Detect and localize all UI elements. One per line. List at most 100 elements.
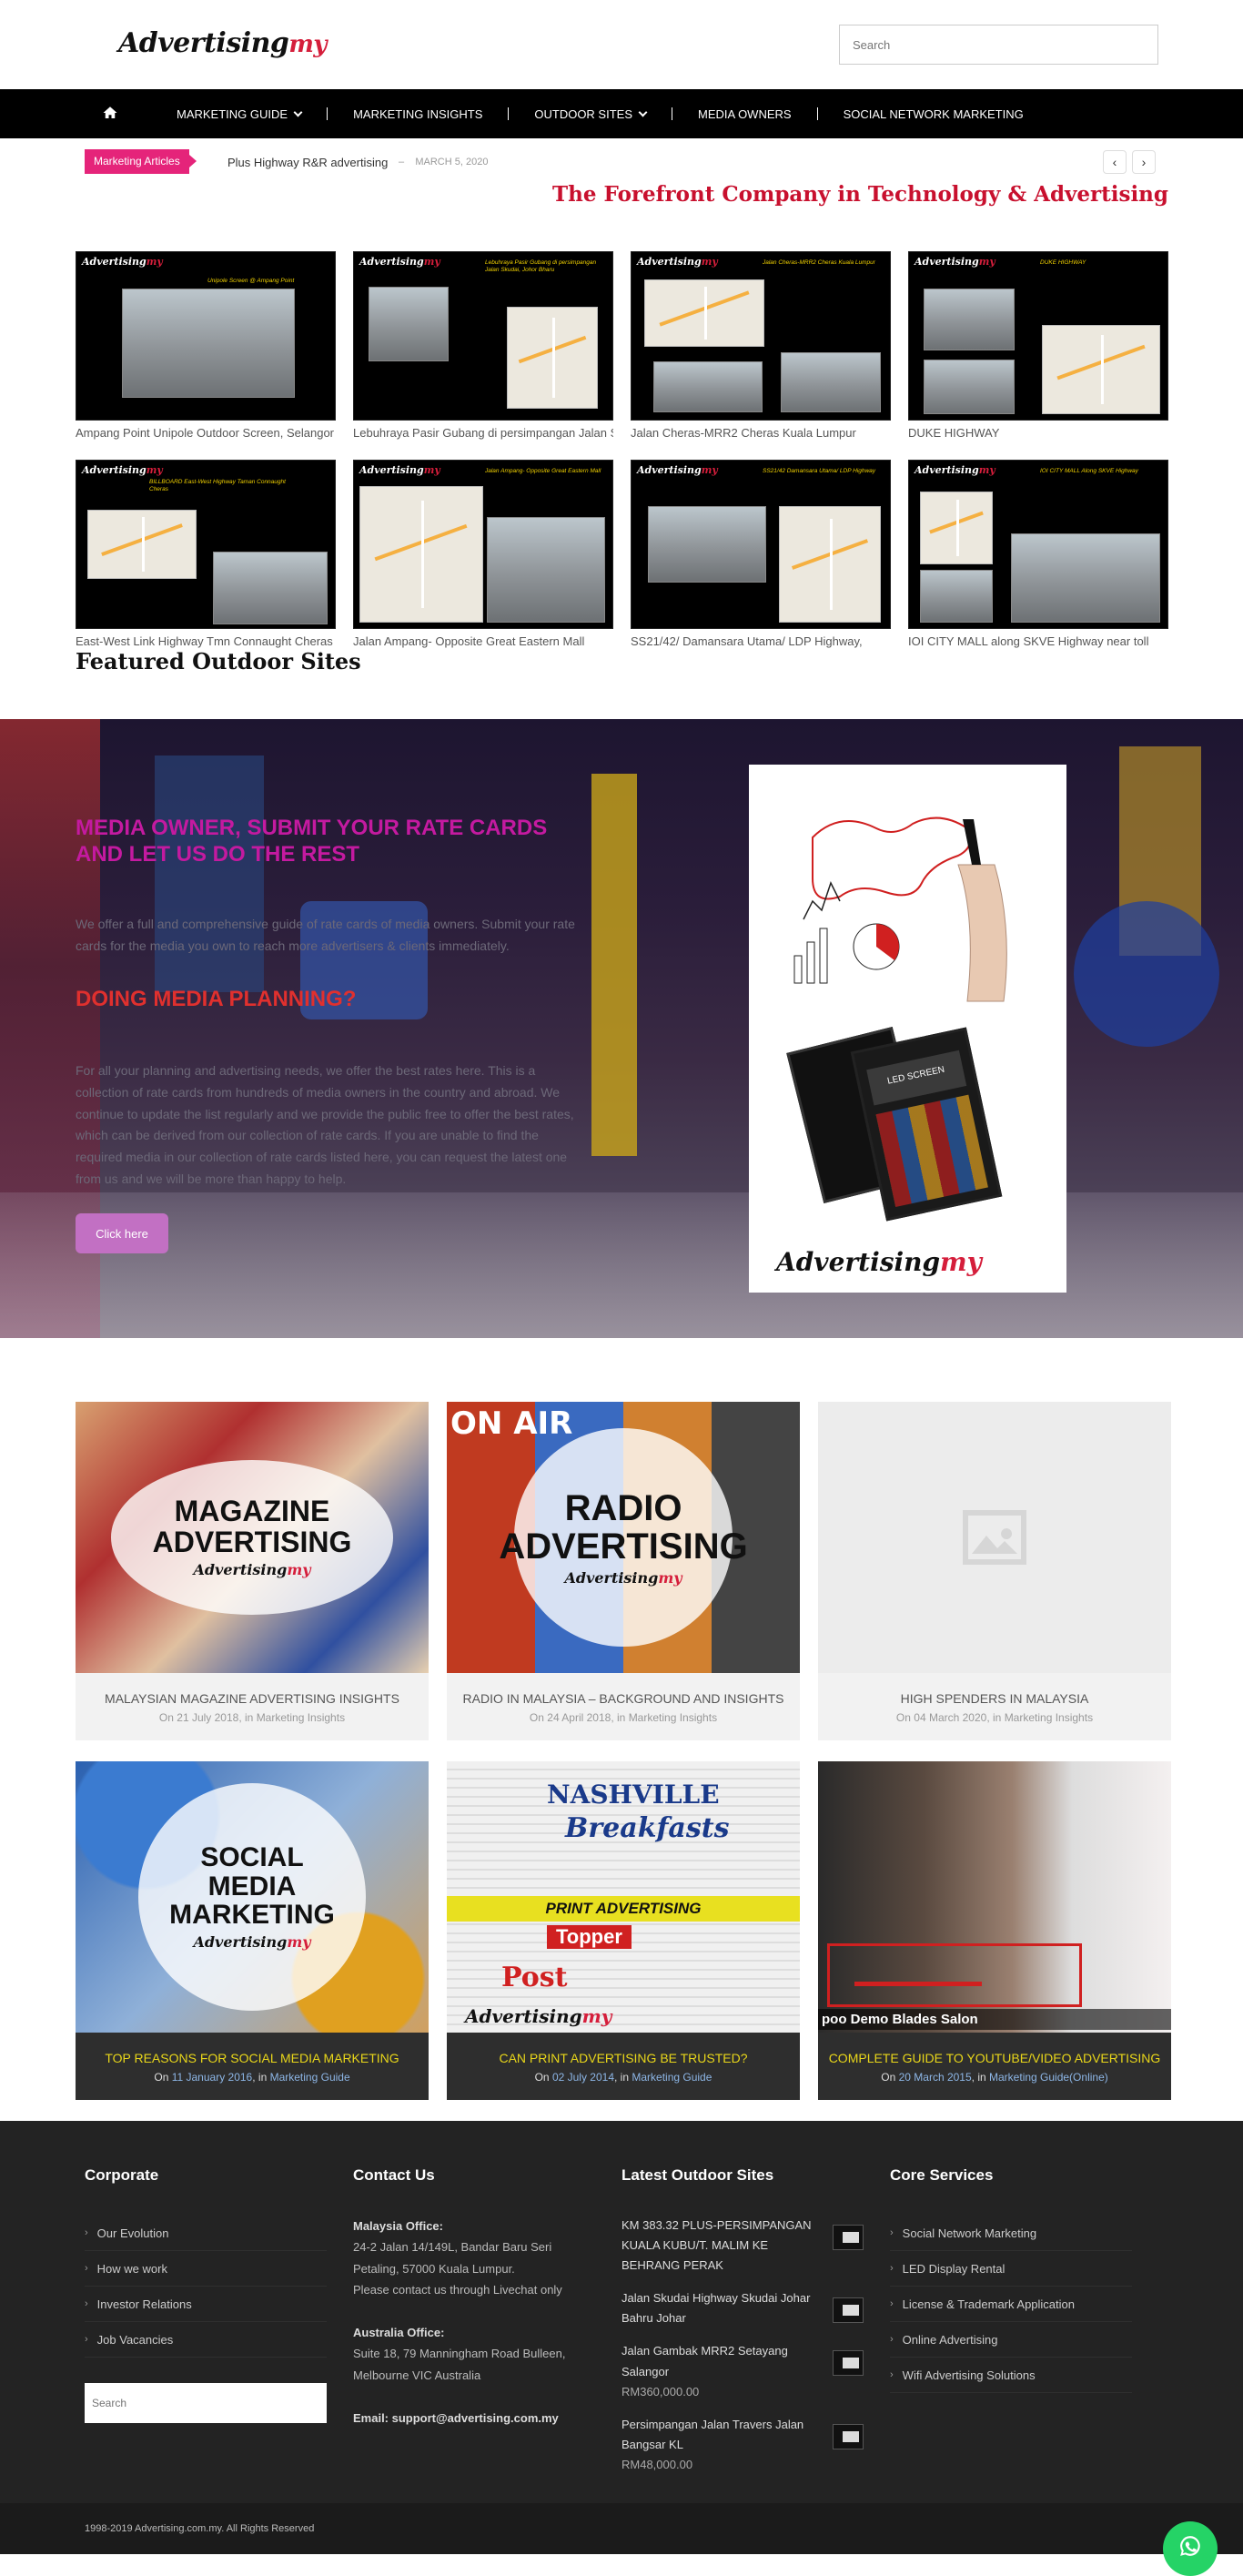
article-title[interactable]: RADIO IN MALAYSIA – BACKGROUND AND INSIG… xyxy=(447,1691,800,1706)
article-category[interactable]: Marketing Guide(Online) xyxy=(989,2071,1108,2084)
outdoor-site-caption[interactable]: SS21/42/ Damansara Utama/ LDP Highway, xyxy=(631,634,891,648)
outdoor-site-caption[interactable]: Jalan Ampang- Opposite Great Eastern Mal… xyxy=(353,634,613,648)
byline-on: On xyxy=(895,1711,911,1724)
location-map xyxy=(644,279,764,347)
footer-corporate: Corporate › Our Evolution › How we work › I… xyxy=(85,2166,327,2358)
billboard-photo xyxy=(487,517,605,623)
article-category[interactable]: Marketing Insights xyxy=(629,1711,717,1724)
article-title[interactable]: COMPLETE GUIDE TO YOUTUBE/VIDEO ADVERTIS… xyxy=(818,2051,1171,2065)
article-date[interactable]: 02 July 2014 xyxy=(552,2071,614,2084)
overlay-logo: Advertisingmy xyxy=(193,1932,311,1951)
outdoor-site-caption[interactable]: Lebuhraya Pasir Gubang di persimpangan J… xyxy=(353,426,613,440)
article-title[interactable]: CAN PRINT ADVERTISING BE TRUSTED? xyxy=(447,2051,800,2065)
article-image: poo Demo Blades Salon xyxy=(818,1761,1171,2033)
footer-link[interactable]: › Job Vacancies xyxy=(85,2322,327,2358)
article-category[interactable]: Marketing Insights xyxy=(257,1711,345,1724)
article-category[interactable]: Marketing Guide xyxy=(270,2071,350,2084)
outdoor-site-caption[interactable]: DUKE HIGHWAY xyxy=(908,426,1168,440)
article-meta: HIGH SPENDERS IN MALAYSIA On 04 March 20… xyxy=(818,1673,1171,1740)
nav-item-social-network-marketing[interactable]: SOCIAL NETWORK MARKETING xyxy=(818,107,1049,121)
article-title[interactable]: MALAYSIAN MAGAZINE ADVERTISING INSIGHTS xyxy=(76,1691,429,1706)
outdoor-site-caption[interactable]: East-West Link Highway Tmn Connaught Che… xyxy=(76,634,336,648)
article-card[interactable]: MAGAZINE ADVERTISING Advertisingmy MALAY… xyxy=(76,1402,429,1740)
ticker-headline[interactable]: Plus Highway R&R advertising xyxy=(227,156,388,169)
footer-search-input[interactable] xyxy=(85,2383,327,2423)
outdoor-site-caption[interactable]: Jalan Cheras-MRR2 Cheras Kuala Lumpur xyxy=(631,426,891,440)
article-card[interactable]: ON AIR RADIO ADVERTISING Advertisingmy R… xyxy=(447,1402,800,1740)
support-email[interactable]: Email: support@advertising.com.my xyxy=(353,2411,559,2425)
banner-text-media-planning: For all your planning and advertising ne… xyxy=(76,1063,574,1186)
chevron-right-icon: › xyxy=(890,2298,894,2309)
latest-site-item[interactable]: Persimpangan Jalan Travers Jalan Bangsar… xyxy=(622,2415,864,2475)
whatsapp-icon[interactable] xyxy=(1163,2521,1218,2576)
outdoor-site-thumbnail: Advertisingmy DUKE HIGHWAY xyxy=(908,251,1168,421)
thumbnail-note: Unipole Screen @ Ampang Point xyxy=(207,278,295,284)
footer-link-label: Online Advertising xyxy=(902,2332,998,2347)
nav-label: MARKETING GUIDE xyxy=(177,106,288,121)
nav-item-marketing-insights[interactable]: MARKETING INSIGHTS xyxy=(328,107,508,121)
billboard-photo xyxy=(648,506,766,583)
footer-link[interactable]: › Social Network Marketing xyxy=(890,2216,1132,2251)
site-logo[interactable]: Advertisingmy xyxy=(118,27,328,59)
billboard-photo xyxy=(213,552,328,624)
outdoor-site-caption[interactable]: Ampang Point Unipole Outdoor Screen, Sel… xyxy=(76,426,336,440)
header-search-input[interactable] xyxy=(839,25,1158,65)
article-card[interactable]: HIGH SPENDERS IN MALAYSIA On 04 March 20… xyxy=(818,1402,1171,1740)
click-here-button[interactable]: Click here xyxy=(76,1213,168,1253)
thumbnail-logo: Advertisingmy xyxy=(637,464,718,476)
article-byline: On 21 July 2018, in Marketing Insights xyxy=(76,1711,429,1724)
latest-site-name[interactable]: KM 383.32 PLUS-PERSIMPANGAN KUALA KUBU/T… xyxy=(622,2218,812,2272)
article-card[interactable]: NASHVILLE Breakfasts PRINT ADVERTISING T… xyxy=(447,1761,800,2100)
article-date[interactable]: 11 January 2016 xyxy=(172,2071,253,2084)
latest-site-item[interactable]: Jalan Skudai Highway Skudai Johar Bahru … xyxy=(622,2288,864,2328)
thumbnail-logo: Advertisingmy xyxy=(359,464,440,476)
chevron-left-icon[interactable]: ‹ xyxy=(1103,150,1127,174)
nav-item-media-owners[interactable]: MEDIA OWNERS xyxy=(672,107,817,121)
outdoor-site-card[interactable]: Advertisingmy IOI CITY MALL Along SKVE H… xyxy=(908,460,1168,648)
overlay-text: SOCIAL MEDIA MARKETING xyxy=(169,1842,335,1931)
tagline: The Forefront Company in Technology & Ad… xyxy=(552,182,1168,207)
article-meta: CAN PRINT ADVERTISING BE TRUSTED? On 02 … xyxy=(447,2033,800,2100)
article-card[interactable]: SOCIAL MEDIA MARKETING Advertisingmy TOP… xyxy=(76,1761,429,2100)
outdoor-site-card[interactable]: Advertisingmy Jalan Ampang- Opposite Gre… xyxy=(353,460,613,648)
chevron-right-icon: › xyxy=(85,2298,88,2309)
footer-link[interactable]: › Our Evolution xyxy=(85,2216,327,2251)
latest-site-name[interactable]: Jalan Gambak MRR2 Setayang Salangor xyxy=(622,2344,788,2378)
nav-item-marketing-guide[interactable]: MARKETING GUIDE xyxy=(151,107,327,121)
chevron-right-icon[interactable]: › xyxy=(1132,150,1156,174)
article-title[interactable]: HIGH SPENDERS IN MALAYSIA xyxy=(818,1691,1171,1706)
outdoor-site-caption[interactable]: IOI CITY MALL along SKVE Highway near to… xyxy=(908,634,1168,648)
latest-site-item[interactable]: Jalan Gambak MRR2 Setayang Salangor RM360… xyxy=(622,2341,864,2401)
footer-link[interactable]: › Investor Relations xyxy=(85,2287,327,2322)
nav-item-outdoor-sites[interactable]: OUTDOOR SITES xyxy=(509,107,672,121)
footer-link[interactable]: › Wifi Advertising Solutions xyxy=(890,2358,1132,2393)
latest-site-item[interactable]: KM 383.32 PLUS-PERSIMPANGAN KUALA KUBU/T… xyxy=(622,2216,864,2276)
footer-heading: Core Services xyxy=(890,2166,994,2184)
latest-site-name[interactable]: Persimpangan Jalan Travers Jalan Bangsar… xyxy=(622,2418,803,2451)
footer-contact: Contact Us Malaysia Office: 24-2 Jalan 1… xyxy=(353,2166,571,2429)
magazine-grid xyxy=(875,1094,988,1208)
footer-link[interactable]: › Online Advertising xyxy=(890,2322,1132,2358)
article-card[interactable]: poo Demo Blades Salon COMPLETE GUIDE TO … xyxy=(818,1761,1171,2100)
footer-heading: Contact Us xyxy=(353,2166,435,2184)
billboard-photo xyxy=(924,289,1015,350)
byline-in: , in xyxy=(611,1711,626,1724)
footer-link[interactable]: › LED Display Rental xyxy=(890,2251,1132,2287)
outdoor-site-card[interactable]: Advertisingmy Unipole Screen @ Ampang Po… xyxy=(76,251,336,440)
latest-site-name[interactable]: Jalan Skudai Highway Skudai Johar Bahru … xyxy=(622,2291,810,2325)
outdoor-site-card[interactable]: Advertisingmy SS21/42 Damansara Utama/ L… xyxy=(631,460,891,648)
article-category[interactable]: Marketing Guide xyxy=(632,2071,712,2084)
article-date[interactable]: 20 March 2015 xyxy=(899,2071,972,2084)
footer-link[interactable]: › How we work xyxy=(85,2251,327,2287)
outdoor-site-card[interactable]: Advertisingmy DUKE HIGHWAY DUKE HIGHWAY xyxy=(908,251,1168,440)
outdoor-site-card[interactable]: Advertisingmy Jalan Cheras-MRR2 Cheras K… xyxy=(631,251,891,440)
location-map xyxy=(779,506,881,623)
footer-link[interactable]: › License & Trademark Application xyxy=(890,2287,1132,2322)
outdoor-site-thumbnail: Advertisingmy Jalan Ampang- Opposite Gre… xyxy=(353,460,613,629)
article-category[interactable]: Marketing Insights xyxy=(1005,1711,1093,1724)
outdoor-site-card[interactable]: Advertisingmy Lebuhraya Pasir Gubang di … xyxy=(353,251,613,440)
outdoor-site-card[interactable]: Advertisingmy BILLBOARD East-West Highwa… xyxy=(76,460,336,648)
footer-heading: Corporate xyxy=(85,2166,159,2184)
article-title[interactable]: TOP REASONS FOR SOCIAL MEDIA MARKETING xyxy=(76,2051,429,2065)
home-icon[interactable] xyxy=(102,105,120,123)
